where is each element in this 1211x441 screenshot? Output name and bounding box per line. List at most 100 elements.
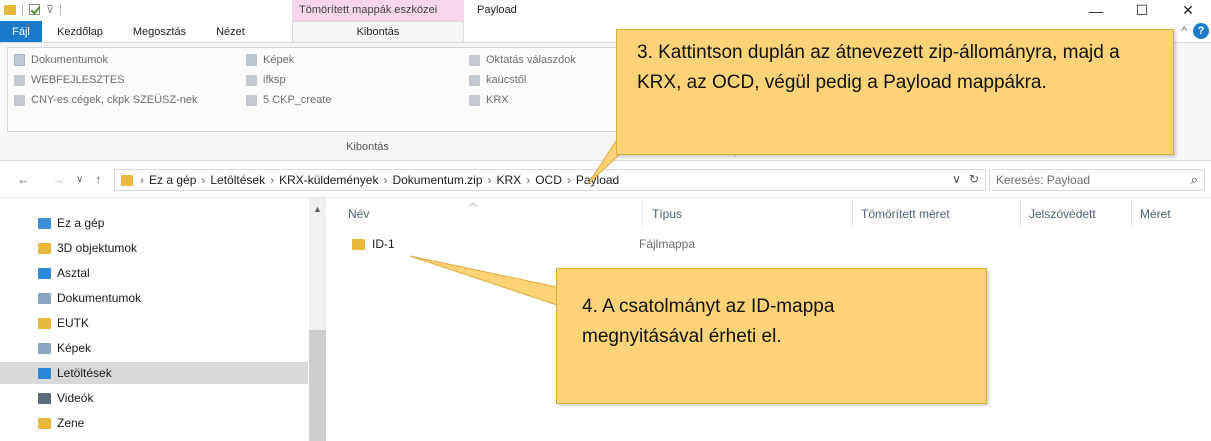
callout-step3: 3. Kattintson duplán az átnevezett zip-á… — [616, 29, 1174, 155]
folder-icon — [246, 74, 257, 86]
computer-icon — [38, 217, 51, 229]
chevron-right-icon[interactable]: › — [567, 173, 571, 187]
folder-icon — [38, 317, 51, 329]
tab-extract[interactable]: Kibontás — [292, 21, 464, 42]
gallery-item[interactable]: CNY-es cégek, ckpk SZEÜSZ-nek — [14, 94, 197, 106]
chevron-right-icon[interactable]: › — [270, 173, 274, 187]
gallery-item[interactable]: WEBFEJLESZTES — [14, 74, 125, 86]
scrollbar-thumb[interactable] — [309, 330, 326, 441]
maximize-button[interactable]: ☐ — [1119, 0, 1165, 21]
chevron-right-icon: › — [140, 173, 144, 187]
gallery-item[interactable]: ifksp — [246, 74, 286, 86]
column-header-compressed-size[interactable]: Tömörített méret — [861, 207, 950, 221]
customize-toolbar-icon[interactable]: ⊽ — [46, 3, 54, 16]
title-bar: ⊽ Tömörített mappák eszközei Payload — ☐… — [0, 0, 1211, 21]
breadcrumb-item[interactable]: KRX-küldemények — [279, 173, 378, 187]
address-row: ← → ∨ ↑ › Ez a gép › Letöltések › KRX-kü… — [0, 161, 1211, 198]
nav-item-downloads[interactable]: Letöltések — [0, 362, 308, 384]
breadcrumb-item[interactable]: Ez a gép — [149, 173, 196, 187]
folder-icon — [4, 4, 16, 15]
nav-scrollbar[interactable]: ▲ — [309, 198, 326, 441]
file-list-header: Név Típus Tömörített méret Jelszóvédett … — [326, 198, 1211, 230]
nav-item-pictures[interactable]: Képek — [38, 337, 91, 359]
nav-item-3d-objects[interactable]: 3D objektumok — [38, 237, 137, 259]
toolbar-divider — [22, 3, 23, 16]
collapse-ribbon-icon[interactable]: ^ — [1181, 24, 1187, 38]
column-divider[interactable] — [852, 200, 853, 228]
nav-item-music[interactable]: Zene — [38, 412, 84, 434]
chevron-right-icon[interactable]: › — [526, 173, 530, 187]
address-bar[interactable]: › Ez a gép › Letöltések › KRX-küldeménye… — [114, 169, 986, 191]
up-arrow-icon[interactable]: ↑ — [95, 172, 102, 187]
gallery-item[interactable]: 5 CKP_create — [246, 94, 331, 106]
folder-icon — [469, 94, 480, 106]
tab-home[interactable]: Kezdőlap — [42, 21, 118, 42]
help-icon[interactable]: ? — [1193, 23, 1209, 39]
nav-item-videos[interactable]: Videók — [38, 387, 93, 409]
context-tab-header: Tömörített mappák eszközei — [292, 0, 464, 21]
folder-icon — [246, 94, 257, 106]
nav-item-desktop[interactable]: Asztal — [38, 262, 90, 284]
search-icon[interactable]: ⌕ — [1191, 172, 1198, 188]
nav-item-this-pc[interactable]: Ez a gép — [38, 212, 104, 234]
music-icon — [38, 417, 51, 429]
quick-access-toolbar: ⊽ — [4, 3, 62, 16]
navigation-pane: Ez a gép 3D objektumok Asztal Dokumentum… — [0, 198, 326, 441]
nav-item-documents[interactable]: Dokumentumok — [38, 287, 141, 309]
callout-step4: 4. A csatolmányt az ID-mappa megnyitásáv… — [556, 268, 987, 404]
gallery-item[interactable]: KRX — [469, 94, 509, 106]
chevron-right-icon[interactable]: › — [383, 173, 387, 187]
gallery-item[interactable]: Oktatás válaszdok — [469, 54, 576, 66]
folder-icon — [121, 174, 133, 186]
pictures-icon — [38, 342, 51, 354]
chevron-right-icon[interactable]: › — [201, 173, 205, 187]
forward-arrow-icon[interactable]: → — [52, 172, 65, 187]
recent-locations-chevron-icon[interactable]: ∨ — [76, 174, 83, 185]
properties-icon[interactable] — [29, 4, 40, 15]
folder-icon — [469, 54, 480, 66]
breadcrumb-item[interactable]: Letöltések — [210, 173, 265, 187]
column-header-type[interactable]: Típus — [652, 207, 682, 221]
folder-icon — [352, 238, 365, 250]
close-button[interactable]: ✕ — [1165, 0, 1211, 21]
breadcrumb-item[interactable]: Payload — [576, 173, 619, 187]
breadcrumb-item[interactable]: OCD — [535, 173, 562, 187]
folder-icon — [14, 74, 25, 86]
column-header-size[interactable]: Méret — [1140, 207, 1171, 221]
back-arrow-icon[interactable]: ← — [17, 172, 30, 187]
tab-file[interactable]: Fájl — [0, 21, 42, 42]
column-divider[interactable] — [1131, 200, 1132, 228]
file-type: Fájlmappa — [639, 237, 696, 251]
gallery-item[interactable]: Dokumentumok — [14, 54, 108, 66]
extract-destination-gallery: Dokumentumok WEBFEJLESZTES CNY-es cégek,… — [7, 47, 707, 132]
callout-step4-pointer — [409, 255, 558, 306]
gallery-item[interactable]: Képek — [246, 54, 294, 66]
search-input[interactable]: Keresés: Payload ⌕ — [989, 169, 1205, 191]
tab-view[interactable]: Nézet — [201, 21, 260, 42]
desktop-icon — [38, 267, 51, 279]
breadcrumb-item[interactable]: Dokumentum.zip — [392, 173, 482, 187]
toolbar-divider — [60, 3, 62, 16]
scroll-up-icon[interactable]: ▲ — [313, 204, 322, 214]
chevron-down-icon[interactable]: ∨ — [952, 172, 961, 186]
folder-icon — [469, 74, 480, 86]
column-header-password-protected[interactable]: Jelszóvédett — [1029, 207, 1096, 221]
folder-icon — [14, 94, 25, 106]
nav-item-eutk[interactable]: EUTK — [38, 312, 89, 334]
documents-icon — [38, 292, 51, 304]
column-divider[interactable] — [1020, 200, 1021, 228]
file-name: ID-1 — [372, 237, 395, 251]
file-row[interactable]: ID-1 Fájlmappa — [326, 233, 1211, 255]
3d-objects-icon — [38, 242, 51, 254]
videos-icon — [38, 392, 51, 404]
column-header-name[interactable]: Név — [348, 207, 369, 221]
refresh-icon[interactable]: ↻ — [969, 172, 979, 186]
pictures-icon — [246, 54, 257, 66]
minimize-button[interactable]: — — [1073, 0, 1119, 21]
tab-share[interactable]: Megosztás — [118, 21, 201, 42]
breadcrumb-item[interactable]: KRX — [497, 173, 522, 187]
column-divider[interactable] — [642, 200, 643, 228]
gallery-item[interactable]: kaücstől — [469, 74, 526, 86]
downloads-icon — [38, 367, 51, 379]
chevron-right-icon[interactable]: › — [488, 173, 492, 187]
